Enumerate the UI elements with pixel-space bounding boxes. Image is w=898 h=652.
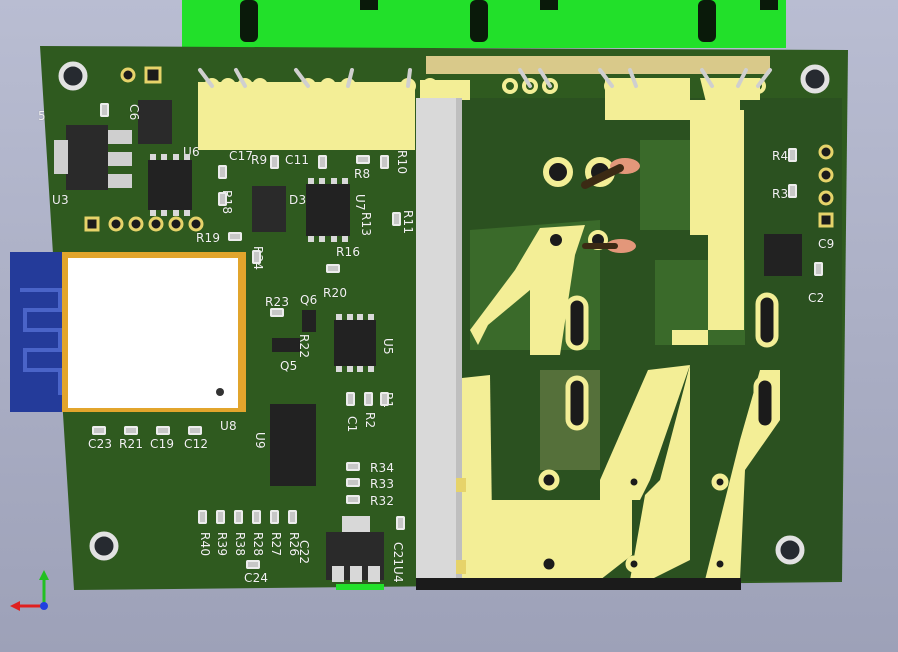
- silk-label: R3: [772, 187, 789, 201]
- silk-label: C2: [808, 291, 825, 305]
- silk-label: U5: [381, 338, 395, 355]
- heatsink-strip: [416, 98, 462, 582]
- smd-resistor: [228, 232, 242, 241]
- silk-label: R22: [297, 334, 311, 359]
- ic-pins: [308, 236, 348, 242]
- smd-resistor: [346, 462, 360, 471]
- smd-capacitor: [396, 516, 405, 530]
- silk-label: R19: [196, 231, 221, 245]
- silk-label: C22: [297, 540, 311, 565]
- silk-label: C1: [345, 416, 359, 433]
- silk-label: Q5: [280, 359, 298, 373]
- smd-resistor: [356, 155, 370, 164]
- smd-resistor: [270, 510, 279, 524]
- silk-label: R39: [215, 532, 229, 557]
- silk-label: Q6: [300, 293, 318, 307]
- silk-label: C17: [229, 149, 254, 163]
- smd-resistor: [234, 510, 243, 524]
- silk-label: C11: [285, 153, 310, 167]
- smd-resistor: [326, 264, 340, 273]
- smd-resistor: [318, 155, 327, 169]
- silk-label: R20: [323, 286, 348, 300]
- smd-resistor: [364, 392, 373, 406]
- smd-resistor: [218, 192, 227, 206]
- silk-label: C21: [391, 542, 405, 567]
- smd-resistor: [252, 250, 261, 264]
- silk-label: R21: [119, 437, 144, 451]
- ic-pins: [336, 314, 374, 320]
- silk-label: C6: [127, 104, 141, 121]
- silk-label: R10: [395, 150, 409, 175]
- silk-label: C24: [244, 571, 269, 585]
- smd-resistor: [288, 510, 297, 524]
- silk-label: R11: [401, 210, 415, 235]
- smd-resistor: [270, 308, 284, 317]
- silk-label: R34: [370, 461, 395, 475]
- silk-label: D3: [289, 193, 307, 207]
- ic-pins: [150, 210, 190, 216]
- silk-label: R23: [265, 295, 290, 309]
- silk-label: R38: [233, 532, 247, 557]
- smd-capacitor: [92, 426, 106, 435]
- silk-label: R28: [251, 532, 265, 557]
- silk-label: R8: [354, 167, 371, 181]
- silk-label: U9: [253, 432, 267, 449]
- silk-label: C9: [818, 237, 835, 251]
- axis-gizmo: [10, 570, 49, 611]
- smd-resistor: [380, 392, 389, 406]
- smd-capacitor: [188, 426, 202, 435]
- smd-resistor: [380, 155, 389, 169]
- silk-label: R9: [251, 153, 268, 167]
- silk-label: R33: [370, 477, 395, 491]
- silk-label: U3: [52, 193, 69, 207]
- ic-pins: [336, 366, 374, 372]
- silk-label: R27: [269, 532, 283, 557]
- smd-resistor: [392, 212, 401, 226]
- smd-resistor: [124, 426, 138, 435]
- silk-label: R4: [772, 149, 789, 163]
- silk-label: U4: [391, 566, 405, 583]
- smd-resistor: [100, 103, 109, 117]
- pcb-3d-view: 5 C6 U3 U6 C17 R9 C11 R8 R10 R18 D3 U7 R…: [0, 0, 898, 652]
- smd-capacitor: [246, 560, 260, 569]
- silk-label: R16: [336, 245, 361, 259]
- smd-resistor: [788, 184, 797, 198]
- silk-label: C12: [184, 437, 209, 451]
- smd-capacitor: [156, 426, 170, 435]
- pcb-render: [10, 0, 848, 590]
- ic-pins: [150, 154, 190, 160]
- silk-label: R32: [370, 494, 395, 508]
- smd-resistor: [218, 165, 227, 179]
- wifi-module-shield: [68, 258, 238, 408]
- smd-resistor: [198, 510, 207, 524]
- silk-label: R13: [359, 212, 373, 237]
- silk-label: U8: [220, 419, 237, 433]
- silk-label: 5: [38, 109, 46, 123]
- smd-resistor: [346, 478, 360, 487]
- smd-capacitor: [814, 262, 823, 276]
- ic-pins: [308, 178, 348, 184]
- smd-resistor: [346, 495, 360, 504]
- silk-label: U7: [353, 194, 367, 211]
- z-axis-dot-icon: [40, 602, 48, 610]
- smd-resistor: [216, 510, 225, 524]
- silk-label: R2: [363, 412, 377, 429]
- smd-resistor: [270, 155, 279, 169]
- silk-label: R40: [198, 532, 212, 557]
- smd-resistor: [788, 148, 797, 162]
- silk-label: C19: [150, 437, 175, 451]
- smd-resistor: [252, 510, 261, 524]
- silk-label: C23: [88, 437, 113, 451]
- smd-capacitor: [346, 392, 355, 406]
